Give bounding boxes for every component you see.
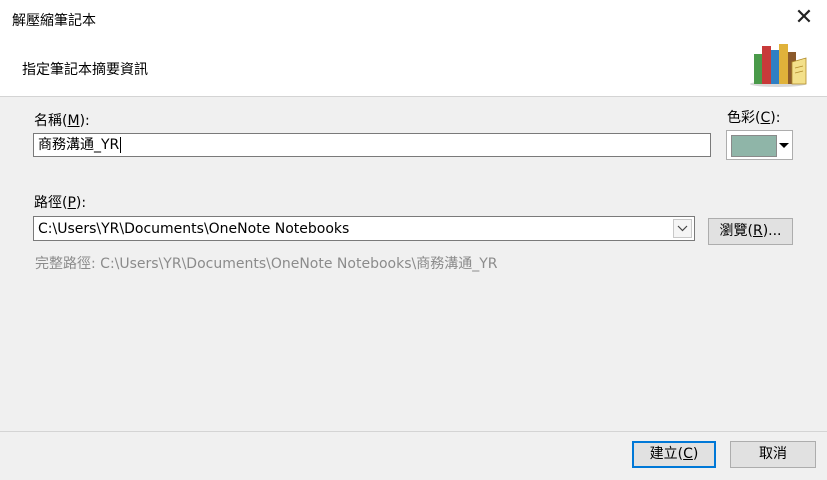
path-value: C:\Users\YR\Documents\OneNote Notebooks [38,221,350,237]
browse-button[interactable]: 瀏覽(R)... [708,218,793,245]
color-picker[interactable] [726,130,793,160]
color-label: 色彩(C): [727,110,781,126]
text-caret [120,137,122,153]
full-path-text: 完整路徑: C:\Users\YR\Documents\OneNote Note… [35,256,498,272]
name-label: 名稱(M): [34,113,90,129]
color-swatch [731,135,777,157]
books-icon [750,44,807,87]
chevron-down-icon [677,225,688,232]
create-button[interactable]: 建立(C) [632,441,716,468]
path-dropdown-button[interactable] [673,219,692,238]
path-label: 路徑(P): [34,195,87,211]
close-icon[interactable]: ✕ [793,7,815,30]
footer-divider [0,431,827,432]
extract-notebook-dialog: 解壓縮筆記本 ✕ 指定筆記本摘要資訊 名稱(M): 商務溝通_YR 色彩(C): [0,0,827,480]
triangle-down-icon [779,143,789,148]
window-title: 解壓縮筆記本 [12,13,96,29]
path-combobox[interactable]: C:\Users\YR\Documents\OneNote Notebooks [33,216,695,241]
dialog-subtitle: 指定筆記本摘要資訊 [22,62,148,78]
cancel-button[interactable]: 取消 [730,441,816,468]
dialog-header: 解壓縮筆記本 ✕ 指定筆記本摘要資訊 [0,0,827,97]
name-input[interactable]: 商務溝通_YR [33,133,711,157]
